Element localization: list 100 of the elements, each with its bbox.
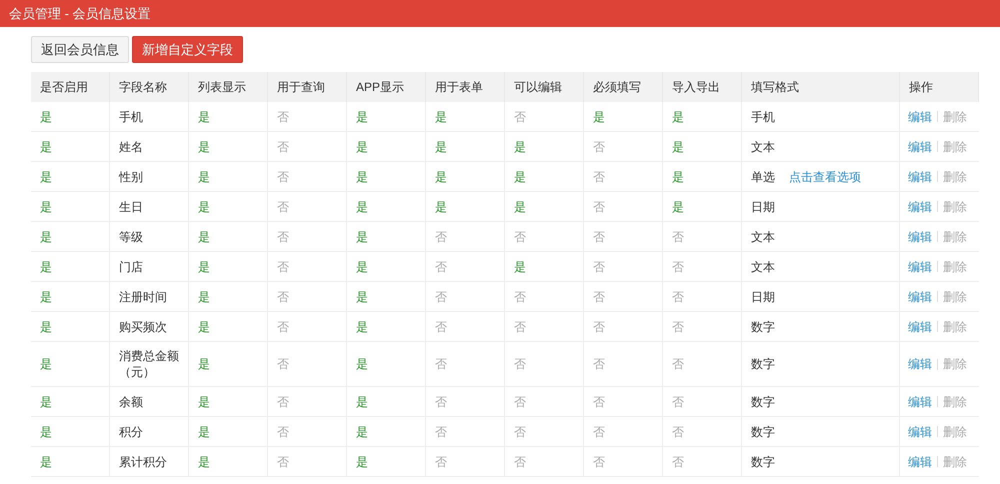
table-cell: 是: [31, 282, 110, 311]
column-header: 必须填写: [584, 72, 663, 102]
table-cell: 累计积分: [110, 447, 189, 476]
column-header: 可以编辑: [505, 72, 584, 102]
table-cell: 否: [268, 282, 347, 311]
table-cell: 是: [663, 192, 742, 221]
column-header: 导入导出: [663, 72, 742, 102]
delete-link[interactable]: 删除: [943, 108, 967, 126]
table-cell: 是: [189, 312, 268, 341]
delete-link[interactable]: 删除: [943, 288, 967, 306]
table-cell: 是: [31, 312, 110, 341]
table-cell: 消费总金额（元）: [110, 342, 189, 386]
table-cell: 是: [189, 132, 268, 161]
table-cell-text: 单选: [751, 168, 775, 186]
table-cell: 是: [663, 132, 742, 161]
delete-link[interactable]: 删除: [943, 318, 967, 336]
table-cell: 是: [189, 282, 268, 311]
table-cell: 是: [189, 252, 268, 281]
table-cell: 是: [663, 162, 742, 191]
table-cell: 是: [347, 222, 426, 251]
column-header: 用于表单: [426, 72, 505, 102]
table-cell: 否: [584, 252, 663, 281]
delete-link[interactable]: 删除: [943, 392, 967, 410]
edit-link[interactable]: 编辑: [908, 258, 932, 276]
table-cell: 是: [31, 252, 110, 281]
edit-link[interactable]: 编辑: [908, 138, 932, 156]
table-cell: 是: [426, 162, 505, 191]
table-cell-text: 数字: [751, 318, 775, 336]
table-cell-text: 数字: [751, 454, 775, 470]
add-field-button[interactable]: 新增自定义字段: [132, 36, 243, 63]
table-cell: 否: [268, 342, 347, 386]
edit-link[interactable]: 编辑: [908, 452, 932, 470]
table-cell: 否: [584, 162, 663, 191]
table-cell: 否: [584, 312, 663, 341]
table-cell: 是: [347, 102, 426, 131]
edit-link[interactable]: 编辑: [908, 228, 932, 246]
table-cell: 是: [347, 417, 426, 446]
delete-link[interactable]: 删除: [943, 138, 967, 156]
table-cell: 余额: [110, 387, 189, 416]
edit-link[interactable]: 编辑: [908, 392, 932, 410]
delete-link[interactable]: 删除: [943, 355, 967, 373]
edit-link[interactable]: 编辑: [908, 318, 932, 336]
view-options-link[interactable]: 点击查看选项: [789, 168, 861, 186]
delete-link[interactable]: 删除: [943, 228, 967, 246]
delete-link[interactable]: 删除: [943, 422, 967, 440]
table-cell: 否: [505, 447, 584, 476]
table-cell: 否: [663, 252, 742, 281]
back-button[interactable]: 返回会员信息: [31, 36, 129, 63]
edit-link[interactable]: 编辑: [908, 288, 932, 306]
table-cell: 是: [505, 252, 584, 281]
delete-link[interactable]: 删除: [943, 168, 967, 186]
table-cell: 是: [347, 162, 426, 191]
edit-link[interactable]: 编辑: [908, 108, 932, 126]
table-cell-text: 文本: [751, 138, 775, 156]
delete-link[interactable]: 删除: [943, 452, 967, 470]
table-cell: 是: [31, 132, 110, 161]
table-cell: 门店: [110, 252, 189, 281]
table-cell: 是: [347, 282, 426, 311]
table-cell: 否: [268, 387, 347, 416]
table-cell-text: 数字: [751, 394, 775, 410]
delete-link[interactable]: 删除: [943, 258, 967, 276]
table-cell: 否: [426, 222, 505, 251]
column-header: APP显示: [347, 72, 426, 102]
edit-link[interactable]: 编辑: [908, 355, 932, 373]
delete-link[interactable]: 删除: [943, 198, 967, 216]
table-cell: 积分: [110, 417, 189, 446]
edit-link[interactable]: 编辑: [908, 198, 932, 216]
table-cell: 性别: [110, 162, 189, 191]
table-cell: 是: [505, 192, 584, 221]
table-cell: 注册时间: [110, 282, 189, 311]
table-cell-text: 文本: [751, 258, 775, 276]
table-cell-text: 文本: [751, 228, 775, 246]
table-cell: 否: [505, 417, 584, 446]
table-cell-text: 数字: [751, 424, 775, 440]
edit-link[interactable]: 编辑: [908, 168, 932, 186]
table-cell: 是: [347, 342, 426, 386]
table-cell: 否: [426, 312, 505, 341]
column-header: 用于查询: [268, 72, 347, 102]
table-cell: 否: [663, 222, 742, 251]
table-cell: 否: [268, 222, 347, 251]
table-cell-text: 数字: [751, 356, 775, 373]
table-cell: 是: [426, 192, 505, 221]
column-header: 操作: [900, 72, 979, 102]
table-cell: 否: [584, 447, 663, 476]
column-header: 是否启用: [31, 72, 110, 102]
table-cell: 否: [268, 417, 347, 446]
table-cell: 否: [663, 387, 742, 416]
table-cell: 否: [505, 342, 584, 386]
table-cell: 否: [426, 282, 505, 311]
table-cell: 是: [347, 447, 426, 476]
edit-link[interactable]: 编辑: [908, 422, 932, 440]
table-cell: 是: [31, 102, 110, 131]
table-cell: 姓名: [110, 132, 189, 161]
table-cell-text: 日期: [751, 198, 775, 216]
table-cell: 否: [268, 252, 347, 281]
table-cell: 否: [584, 387, 663, 416]
table-cell: 否: [426, 252, 505, 281]
table-cell: 是: [347, 387, 426, 416]
table-cell: 否: [268, 192, 347, 221]
table-cell: 是: [31, 417, 110, 446]
